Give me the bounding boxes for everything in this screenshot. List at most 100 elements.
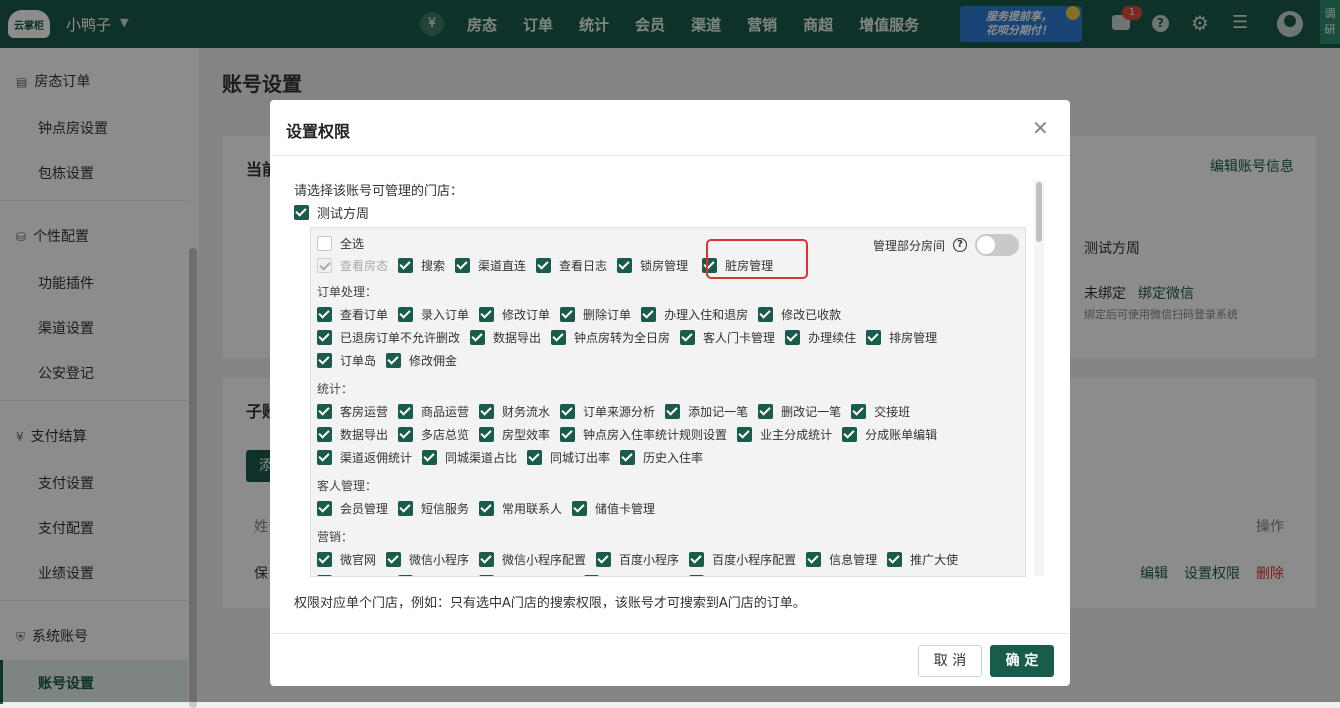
perm-item[interactable]: 推广大使 [887,551,958,568]
perm-item[interactable]: 渠道直连 [455,257,526,274]
perm-item[interactable]: 已退房订单不允许删改 [317,329,460,346]
perm-item[interactable]: 数据导出 [470,329,541,346]
checkbox[interactable] [560,307,576,322]
checkbox[interactable] [294,205,309,220]
question-icon[interactable]: ? [953,238,968,252]
checkbox[interactable] [617,258,633,273]
perm-item[interactable]: 修改订单 [479,306,550,323]
perm-item[interactable]: 百度小程序 [596,551,679,568]
perm-item[interactable]: 删改记一笔 [758,403,841,420]
scrollbar[interactable] [1034,180,1044,576]
checkbox[interactable] [527,450,543,465]
perm-item[interactable]: 渠道返佣统计 [317,449,412,466]
checkbox[interactable] [317,552,332,567]
perm-item[interactable]: 录入订单 [398,306,469,323]
checkbox[interactable] [317,404,332,419]
perm-item[interactable]: 办理入住和退房 [641,306,748,323]
checkbox[interactable] [887,552,903,567]
perm-item[interactable]: 锁房管理 [617,257,688,274]
perm-item[interactable]: 客房运营 [317,403,388,420]
checkbox[interactable] [479,552,495,567]
checkbox[interactable] [479,575,495,576]
perm-item[interactable]: 业主分成统计 [737,426,832,443]
perm-item[interactable]: 分成账单编辑 [842,426,937,443]
checkbox[interactable] [317,501,332,516]
perm-item[interactable]: 商品运营 [398,403,469,420]
checkbox[interactable] [665,404,681,419]
checkbox[interactable] [479,307,495,322]
checkbox[interactable] [398,307,414,322]
perm-item[interactable]: 团购管理 [317,574,388,576]
checkbox[interactable] [398,427,414,442]
checkbox[interactable] [758,404,774,419]
perm-item[interactable]: 办理续住 [785,329,856,346]
perm-item[interactable]: 微信小程序 [386,551,469,568]
checkbox[interactable] [560,404,576,419]
perm-item[interactable]: 修改已收款 [758,306,841,323]
perm-item[interactable]: 房型效率 [479,426,550,443]
perm-item[interactable]: 微官网 [317,551,376,568]
close-icon[interactable]: ✕ [1032,116,1049,140]
checkbox[interactable] [398,404,414,419]
checkbox[interactable] [620,450,636,465]
perm-item[interactable]: 核销统计 [398,574,469,576]
checkbox[interactable] [758,307,774,322]
select-all-row[interactable]: 全选 [317,235,374,252]
perm-item[interactable]: 数据导出 [317,426,388,443]
perm-item[interactable]: 多店总览 [398,426,469,443]
checkbox[interactable] [398,258,414,273]
store-checkbox[interactable]: 测试方周 [294,203,369,222]
perm-item[interactable]: 搜索 [398,257,445,274]
checkbox[interactable] [866,330,882,345]
checkbox[interactable] [386,353,402,368]
perm-item[interactable]: 钟点房转为全日房 [551,329,670,346]
checkbox[interactable] [572,501,588,516]
perm-item[interactable]: 信息管理 [806,551,877,568]
perm-item[interactable]: 查看日志 [536,257,607,274]
perm-item[interactable]: 储值卡管理 [572,500,655,517]
checkbox[interactable] [317,575,332,576]
checkbox[interactable] [317,307,332,322]
checkbox[interactable] [317,330,332,345]
perm-item[interactable]: 交接班 [851,403,910,420]
perm-item[interactable]: 查看订单 [317,306,388,323]
perm-item[interactable]: 删除订单 [560,306,631,323]
checkbox[interactable] [560,427,576,442]
perm-item[interactable]: 百度小程序配置 [689,551,796,568]
checkbox[interactable] [584,575,600,576]
perm-item[interactable]: 短信服务 [398,500,469,517]
checkbox[interactable] [398,575,414,576]
cancel-button[interactable]: 取 消 [918,645,982,677]
checkbox[interactable] [479,501,495,516]
perm-item[interactable]: 历史入住率 [620,449,703,466]
checkbox[interactable] [317,236,332,251]
checkbox[interactable] [536,258,552,273]
checkbox[interactable] [317,427,332,442]
checkbox[interactable] [806,552,822,567]
checkbox[interactable] [398,501,414,516]
checkbox[interactable] [596,552,612,567]
checkbox[interactable] [785,330,801,345]
checkbox[interactable] [317,353,332,368]
perm-item[interactable]: 同城渠道占比 [422,449,517,466]
perm-item[interactable]: 订单岛 [317,352,376,369]
perm-item[interactable]: 订单来源分析 [560,403,655,420]
confirm-button[interactable]: 确 定 [990,645,1054,677]
checkbox[interactable] [455,258,471,273]
perm-item[interactable]: 分佣配置编辑 [479,574,574,576]
checkbox[interactable] [689,575,705,576]
checkbox[interactable] [689,552,705,567]
perm-item[interactable]: 财务流水 [479,403,550,420]
perm-item[interactable]: 常用联系人 [479,500,562,517]
checkbox[interactable] [641,307,657,322]
perm-item[interactable]: 推广订单结算 [584,574,679,576]
perm-item[interactable]: 添加记一笔 [665,403,748,420]
perm-item[interactable]: 排房管理 [866,329,937,346]
perm-item[interactable]: 百叉结算 [689,574,760,576]
perm-item[interactable]: 会员管理 [317,500,388,517]
checkbox[interactable] [551,330,567,345]
checkbox[interactable] [317,450,332,465]
manage-partial-toggle[interactable] [975,234,1020,256]
checkbox[interactable] [470,330,486,345]
perm-item[interactable]: 同城订出率 [527,449,610,466]
